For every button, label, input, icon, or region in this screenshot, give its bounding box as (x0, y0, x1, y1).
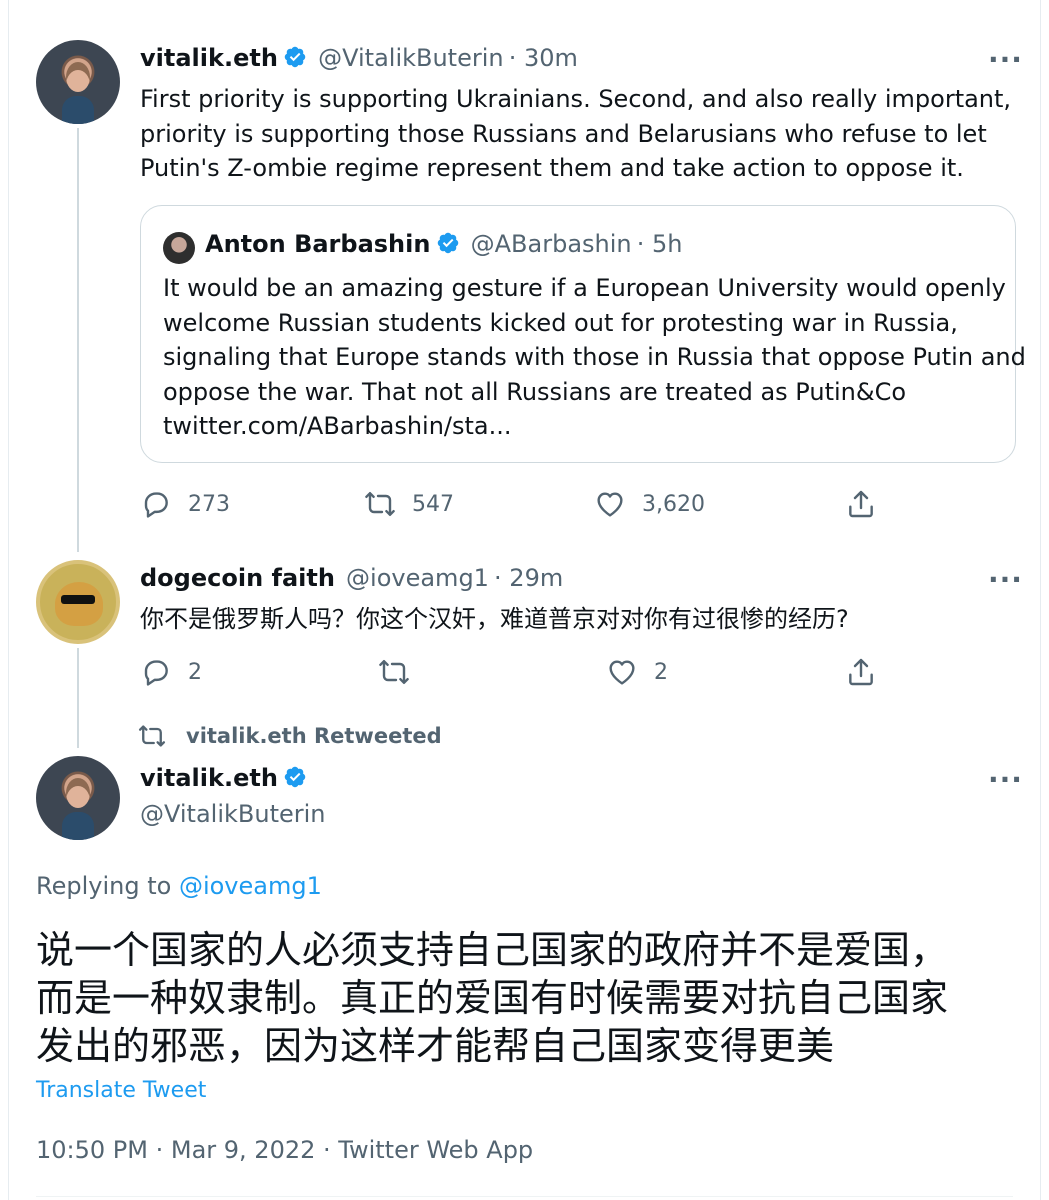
heart-icon (597, 492, 623, 517)
share-icon (849, 490, 873, 518)
quoted-text-line: welcome Russian students kicked out for … (163, 308, 958, 337)
handle[interactable]: @ioveamg1 (346, 564, 489, 592)
tweet-text-line: priority is supporting those Russians an… (140, 119, 987, 148)
quoted-timestamp: · 5h (636, 230, 683, 258)
reply-count: 273 (188, 491, 230, 517)
reply-button[interactable]: 2 (140, 656, 202, 688)
handle[interactable]: @VitalikButerin (318, 44, 504, 72)
thread-line (77, 648, 79, 748)
frame-left-edge (8, 0, 9, 1200)
display-name[interactable]: vitalik.eth (140, 44, 278, 72)
tweet-text: First priority is supporting Ukrainians.… (140, 82, 1011, 186)
retweet-icon (379, 660, 409, 684)
tweet-text-line: Putin's Z-ombie regime represent them an… (140, 154, 964, 182)
retweet-count: 547 (412, 491, 454, 517)
retweet-button[interactable] (378, 656, 410, 688)
more-horizontal-icon[interactable]: ··· (988, 766, 1023, 794)
replying-to-label: Replying to (36, 872, 172, 900)
quoted-tweet[interactable]: Anton Barbashin @ABarbashin · 5h It woul… (140, 205, 1026, 463)
quoted-handle: @ABarbashin (470, 230, 632, 258)
avatar[interactable] (36, 560, 120, 644)
tweet-header: vitalik.eth @VitalikButerin · 30m (140, 44, 578, 72)
tweet-timestamp[interactable]: 10:50 PM · Mar 9, 2022 · Twitter Web App (36, 1136, 533, 1164)
retweet-icon (365, 492, 395, 516)
more-horizontal-icon[interactable]: ··· (988, 46, 1023, 74)
like-button[interactable]: 3,620 (594, 488, 705, 520)
like-count: 2 (654, 659, 668, 685)
heart-icon (609, 660, 635, 685)
replying-to-handle[interactable]: @ioveamg1 (179, 872, 322, 900)
retweet-button[interactable]: 547 (364, 488, 454, 520)
quoted-text-line: oppose the war. That not all Russians ar… (163, 377, 907, 406)
reply-count: 2 (188, 659, 202, 685)
tweet-text: 说一个国家的人必须支持自己国家的政府并不是爱国， 而是一种奴隶制。真正的爱国有时… (36, 926, 1016, 1070)
quoted-text: It would be an amazing gesture if a Euro… (163, 271, 1026, 444)
tweet-header-name: vitalik.eth (140, 764, 307, 792)
timestamp[interactable]: · 29m (494, 564, 563, 592)
share-button[interactable] (845, 656, 877, 688)
timestamp[interactable]: · 30m (509, 44, 578, 72)
translate-tweet-link[interactable]: Translate Tweet (36, 1078, 206, 1103)
verified-badge-icon (284, 46, 306, 68)
share-button[interactable] (845, 488, 877, 520)
replying-to: Replying to @ioveamg1 (36, 872, 322, 900)
avatar[interactable] (36, 756, 120, 840)
reply-icon (144, 660, 168, 686)
quoted-text-line: It would be an amazing gesture if a Euro… (163, 274, 1006, 302)
retweet-banner[interactable]: vitalik.eth Retweeted (138, 722, 442, 750)
tweet-text-line: 发出的邪恶，因为这样才能帮自己国家变得更美 (36, 1024, 835, 1068)
verified-badge-icon (437, 232, 458, 254)
verified-badge-icon (284, 766, 306, 788)
like-count: 3,620 (642, 491, 705, 517)
display-name[interactable]: dogecoin faith (140, 564, 335, 592)
quoted-display-name: Anton Barbashin (205, 230, 431, 258)
quoted-link[interactable]: twitter.com/ABarbashin/sta... (163, 409, 1026, 444)
reply-icon (144, 492, 168, 518)
quoted-header: Anton Barbashin @ABarbashin · 5h (205, 230, 682, 258)
quoted-avatar (163, 232, 195, 264)
avatar[interactable] (36, 40, 120, 124)
like-button[interactable]: 2 (606, 656, 668, 688)
retweet-icon (138, 725, 166, 747)
handle[interactable]: @VitalikButerin (140, 800, 326, 828)
tweet-text-line: 说一个国家的人必须支持自己国家的政府并不是爱国， (36, 928, 949, 972)
tweet-text-line: 而是一种奴隶制。真正的爱国有时候需要对抗自己国家 (36, 976, 949, 1020)
thread-line (77, 128, 79, 552)
share-icon (849, 658, 873, 686)
retweet-banner-text: vitalik.eth Retweeted (186, 724, 442, 748)
tweet-text-line: First priority is supporting Ukrainians.… (140, 85, 1012, 113)
display-name[interactable]: vitalik.eth (140, 764, 278, 792)
more-horizontal-icon[interactable]: ··· (988, 566, 1023, 594)
divider (36, 1196, 1013, 1197)
tweet-text: 你不是俄罗斯人吗？你这个汉奸，难道普京对对你有过很惨的经历? (140, 605, 849, 633)
frame-right-edge (1040, 0, 1041, 1200)
reply-button[interactable]: 273 (140, 488, 230, 520)
tweet-header: dogecoin faith @ioveamg1 · 29m (140, 564, 563, 592)
quoted-text-line: signaling that Europe stands with those … (163, 343, 1026, 371)
